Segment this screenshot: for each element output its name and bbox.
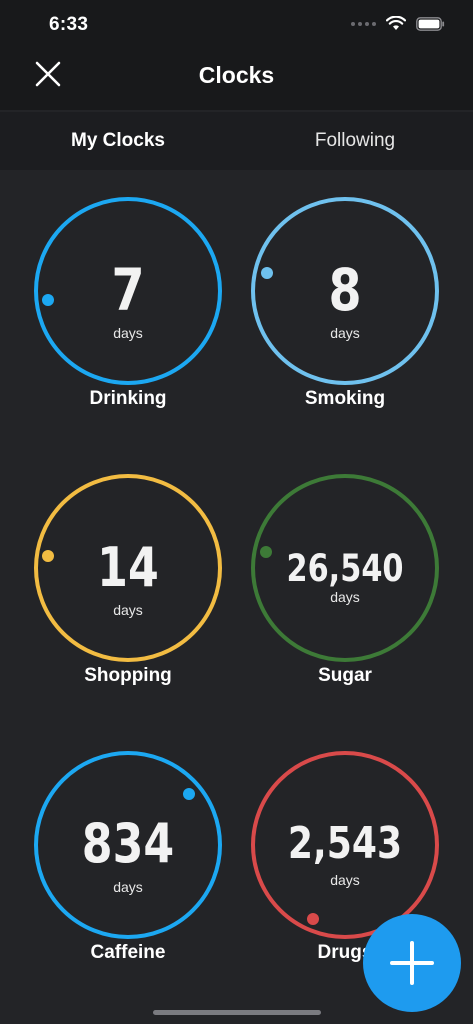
- status-bar: 6:33: [0, 0, 473, 48]
- plus-icon: [390, 941, 434, 985]
- home-indicator: [153, 1010, 321, 1015]
- clock-progress-dot: [183, 788, 195, 800]
- clock-progress-dot: [307, 913, 319, 925]
- clock-shopping[interactable]: 14 days Shopping: [33, 473, 233, 703]
- tab-bar: My Clocks Following: [0, 112, 473, 170]
- clock-unit: days: [330, 589, 360, 605]
- clock-value: 8: [328, 256, 362, 324]
- clock-label: Sugar: [318, 665, 372, 686]
- status-time: 6:33: [49, 14, 89, 35]
- clock-label: Drinking: [89, 388, 167, 409]
- battery-icon: [416, 16, 445, 31]
- nav-bar: Clocks: [0, 48, 473, 110]
- clock-value: 14: [97, 536, 159, 599]
- clock-unit: days: [113, 325, 143, 341]
- clock-unit: days: [330, 325, 360, 341]
- clock-unit: days: [113, 879, 143, 895]
- status-icons: [351, 16, 445, 31]
- clock-sugar[interactable]: 26,540 days Sugar: [250, 473, 450, 703]
- clock-smoking[interactable]: 8 days Smoking: [250, 196, 450, 426]
- clock-label: Shopping: [84, 665, 172, 686]
- clock-caffeine[interactable]: 834 days Caffeine: [33, 750, 233, 980]
- tab-following[interactable]: Following: [237, 112, 473, 170]
- clock-label: Smoking: [304, 388, 386, 409]
- clock-label: Caffeine: [90, 942, 166, 963]
- clock-drinking[interactable]: 7 days Drinking: [33, 196, 233, 426]
- clock-unit: days: [113, 602, 143, 618]
- clock-value: 26,540: [286, 547, 404, 590]
- page-title: Clocks: [198, 62, 275, 88]
- wifi-icon: [386, 16, 406, 30]
- clock-value: 834: [81, 812, 175, 875]
- clock-value: 2,543: [287, 818, 403, 869]
- tab-my-clocks[interactable]: My Clocks: [0, 112, 236, 170]
- clock-value: 7: [111, 256, 145, 324]
- add-clock-button[interactable]: [363, 914, 461, 1012]
- clock-unit: days: [330, 872, 360, 888]
- signal-dots-icon: [351, 21, 376, 26]
